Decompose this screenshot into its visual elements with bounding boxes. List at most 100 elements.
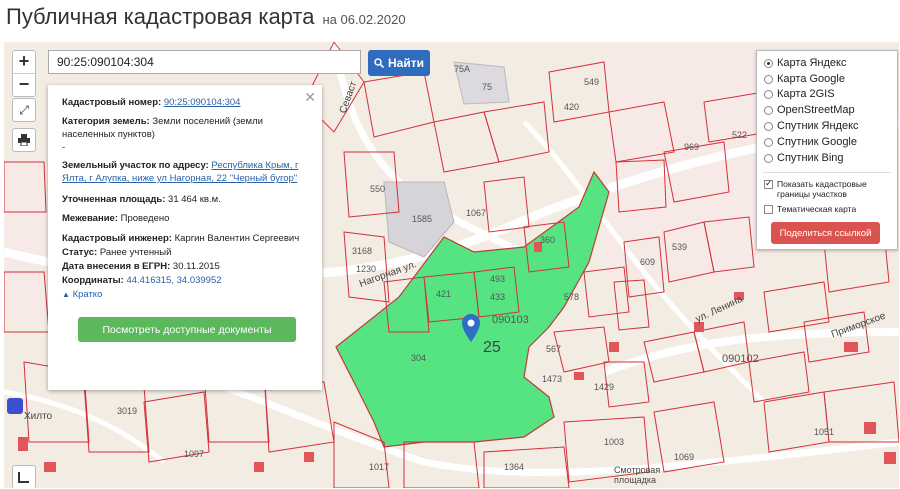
field-label: Координаты: xyxy=(62,275,124,286)
field-label: Уточненная площадь: xyxy=(62,194,166,205)
parcel-number-label: 420 xyxy=(564,102,580,112)
location-pin-icon[interactable] xyxy=(462,314,480,342)
page-date: на 06.02.2020 xyxy=(322,12,406,27)
parcel-number-label: 1429 xyxy=(594,382,615,392)
radio-icon xyxy=(764,121,773,131)
place-label: Хилто xyxy=(24,411,53,422)
parcel-number-label: 75A xyxy=(454,64,471,74)
field-label: Статус: xyxy=(62,247,98,258)
field-value: населенных пунктов) xyxy=(62,129,155,140)
parcel-number-label: 1017 xyxy=(369,462,390,472)
zoom-in-button[interactable]: + xyxy=(13,51,35,73)
parcel-number-label: 433 xyxy=(490,292,506,302)
basemap-option[interactable]: Спутник Яндекс xyxy=(764,118,859,134)
parcel-number-label: 1003 xyxy=(604,437,625,447)
field-label: Кадастровый номер: xyxy=(62,97,162,108)
zoom-out-button[interactable]: − xyxy=(13,73,35,96)
field-label: Земельный участок по адресу: xyxy=(62,160,209,171)
parcel-number-label: 969 xyxy=(684,142,700,152)
zoom-control: + − xyxy=(12,50,36,97)
radio-icon xyxy=(764,153,773,163)
search-button-label: Найти xyxy=(388,56,424,70)
thematic-checkbox[interactable]: Тематическая карта xyxy=(764,201,856,217)
search-input[interactable] xyxy=(48,50,361,74)
radio-icon xyxy=(764,105,773,115)
show-cadastral-checkbox[interactable]: Показать кадастровые границы участков xyxy=(764,178,867,201)
print-button[interactable] xyxy=(12,128,36,152)
radio-icon xyxy=(764,58,773,68)
fullscreen-button[interactable]: ⤢ xyxy=(12,98,36,122)
ruler-button[interactable] xyxy=(12,465,36,488)
area-row: Уточненная площадь: 31 464 кв.м. xyxy=(62,193,312,206)
address-link[interactable]: Республика Крым, г xyxy=(211,160,298,171)
field-label: Межевание: xyxy=(62,213,118,224)
collapse-link[interactable]: ▲ Кратко xyxy=(62,288,312,301)
coords-link[interactable]: 44.416315, 34.039952 xyxy=(126,275,221,286)
layers-panel: Карта Яндекс Карта Google Карта 2GIS Ope… xyxy=(756,50,898,250)
basemap-label: Карта Яндекс xyxy=(777,57,847,69)
status-row: Статус: Ранее учтенный xyxy=(62,246,312,259)
quarter-label: 090102 xyxy=(722,353,759,365)
basemap-label: Спутник Яндекс xyxy=(777,120,859,132)
radio-icon xyxy=(764,89,773,99)
header: Публичная кадастровая карта на 06.02.202… xyxy=(6,4,406,34)
address-row: Земельный участок по адресу: Республика … xyxy=(62,159,312,185)
basemap-option[interactable]: Спутник Bing xyxy=(764,150,844,166)
field-value: Проведено xyxy=(120,213,170,224)
parcel-number-label: 25 xyxy=(483,339,501,356)
parcel-number-label: 549 xyxy=(584,77,600,87)
field-value: Земли поселений (земли xyxy=(152,116,263,127)
parcel-number-label: 539 xyxy=(672,242,688,252)
checkbox-icon xyxy=(764,178,773,189)
search-button[interactable]: Найти xyxy=(368,50,430,76)
share-link-button[interactable]: Поделиться ссылкой xyxy=(771,222,880,244)
divider xyxy=(763,172,891,173)
field-label: Кадастровый инженер: xyxy=(62,233,172,244)
ruler-icon xyxy=(18,472,29,483)
basemap-option[interactable]: Карта Google xyxy=(764,71,845,87)
map-canvas[interactable]: 090103 090102 25 304 ул. Ленина Приморск… xyxy=(4,42,899,488)
survey-row: Межевание: Проведено xyxy=(62,212,312,225)
parcel-number-label: 1051 xyxy=(814,427,835,437)
basemap-option[interactable]: Карта 2GIS xyxy=(764,86,835,102)
coords-row: Координаты: 44.416315, 34.039952 xyxy=(62,274,312,287)
place-label: Смотровая площадка xyxy=(614,465,661,485)
collapse-label: Кратко xyxy=(72,289,103,300)
parcel-number-label: 1230 xyxy=(356,264,377,274)
parcel-number-label: 1585 xyxy=(412,214,433,224)
parcel-number-label: 550 xyxy=(370,184,386,194)
quarter-label: 090103 xyxy=(492,314,529,326)
checkbox-icon xyxy=(764,204,773,214)
parcel-number-label: 1364 xyxy=(504,462,525,472)
basemap-option[interactable]: Спутник Google xyxy=(764,134,857,150)
egrn-row: Дата внесения в ЕГРН: 30.11.2015 xyxy=(62,260,312,273)
checkbox-label: Показать кадастровые границы участков xyxy=(777,179,867,199)
page-title: Публичная кадастровая карта xyxy=(6,4,315,29)
field-value: - xyxy=(62,142,66,153)
expand-icon: ⤢ xyxy=(19,102,29,117)
basemap-option[interactable]: Карта Яндекс xyxy=(764,55,846,71)
parcel-number-label: 1097 xyxy=(184,449,205,459)
printer-icon xyxy=(18,134,30,146)
parcel-number-label: 609 xyxy=(640,257,656,267)
parcel-info-card: ✕ Кадастровый номер: 90:25:090104:304 Ка… xyxy=(48,85,322,390)
basemap-label: Карта 2GIS xyxy=(777,88,835,100)
basemap-label: Спутник Bing xyxy=(777,152,844,164)
parcel-number-label: 421 xyxy=(436,289,452,299)
basemap-label: Карта Google xyxy=(777,73,845,85)
radio-icon xyxy=(764,137,773,147)
parcel-number-label: 304 xyxy=(411,353,427,363)
radio-icon xyxy=(764,74,773,84)
view-documents-button[interactable]: Посмотреть доступные документы xyxy=(78,317,296,342)
parcel-number-label: 3019 xyxy=(117,406,138,416)
parcel-number-label: 1067 xyxy=(466,208,487,218)
parcel-number-label: 75 xyxy=(482,82,493,92)
caret-up-icon: ▲ xyxy=(62,290,70,299)
parcel-number-label: 493 xyxy=(490,274,506,284)
basemap-option[interactable]: OpenStreetMap xyxy=(764,102,855,118)
cad-number-link[interactable]: 90:25:090104:304 xyxy=(164,97,241,108)
address-link[interactable]: Ялта, г Алупка, ниже ул Нагорная, 22 "Че… xyxy=(62,173,297,184)
parcel-number-label: 3168 xyxy=(352,246,373,256)
field-label: Категория земель: xyxy=(62,116,150,127)
search-icon xyxy=(374,58,384,68)
